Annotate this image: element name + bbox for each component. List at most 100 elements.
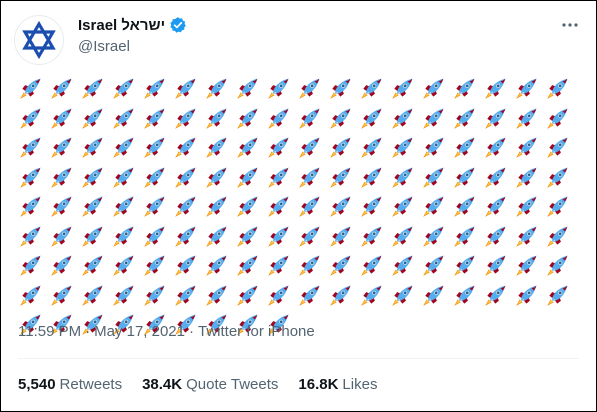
display-name[interactable]: Israel ישראל <box>78 17 165 34</box>
tweet-meta: 11:59 PM · May 17, 2021 · Twitter for iP… <box>18 323 315 340</box>
rocket-icon <box>390 252 416 278</box>
rocket-icon <box>328 252 354 278</box>
rocket-icon <box>80 75 106 101</box>
rocket-icon <box>111 105 137 131</box>
rocket-icon <box>359 75 385 101</box>
rocket-icon <box>235 193 261 219</box>
rocket-icon <box>235 105 261 131</box>
quote-tweets-label: Quote Tweets <box>186 376 279 393</box>
rocket-icon <box>266 282 292 308</box>
rocket-icon <box>80 282 106 308</box>
rocket-icon <box>421 75 447 101</box>
tweet-source[interactable]: Twitter for iPhone <box>198 323 315 340</box>
rocket-icon <box>483 105 509 131</box>
rocket-icon <box>49 282 75 308</box>
quote-tweets-stat[interactable]: 38.4K Quote Tweets <box>142 376 278 393</box>
rocket-icon <box>266 193 292 219</box>
author-name-row: Israel ישראל <box>78 16 187 34</box>
rocket-icon <box>18 282 44 308</box>
rocket-icon <box>359 252 385 278</box>
timestamp-time[interactable]: 11:59 PM <box>18 323 81 340</box>
rocket-icon <box>359 282 385 308</box>
verified-badge-icon <box>170 17 187 33</box>
tweet-card: Israel ישראל @Israel 11:59 PM · May 17, … <box>0 0 597 412</box>
rocket-icon <box>359 164 385 190</box>
more-options-button[interactable] <box>558 13 582 37</box>
rocket-icon <box>80 223 106 249</box>
rocket-icon <box>452 134 478 160</box>
rocket-icon <box>80 193 106 219</box>
divider <box>18 358 579 359</box>
rocket-icon <box>49 75 75 101</box>
rocket-icon <box>483 193 509 219</box>
rocket-icon <box>18 164 44 190</box>
rocket-icon <box>173 282 199 308</box>
retweets-count: 5,540 <box>18 376 56 393</box>
rocket-icon <box>390 282 416 308</box>
timestamp-date[interactable]: May 17, 2021 <box>94 323 185 340</box>
rocket-icon <box>545 252 571 278</box>
retweets-label: Retweets <box>59 376 123 393</box>
rocket-icon <box>266 223 292 249</box>
rocket-icon <box>266 134 292 160</box>
rocket-icon <box>545 164 571 190</box>
rocket-icon <box>421 105 447 131</box>
rocket-icon <box>142 223 168 249</box>
meta-separator: · <box>189 323 194 340</box>
rocket-icon <box>111 164 137 190</box>
rocket-icon <box>514 75 540 101</box>
rocket-icon <box>328 193 354 219</box>
rocket-icon <box>390 193 416 219</box>
rocket-icon <box>80 134 106 160</box>
rocket-icon <box>18 105 44 131</box>
rocket-icon <box>328 282 354 308</box>
rocket-icon <box>421 282 447 308</box>
rocket-icon <box>266 164 292 190</box>
rocket-icon <box>111 134 137 160</box>
retweets-stat[interactable]: 5,540 Retweets <box>18 376 122 393</box>
rocket-icon <box>111 223 137 249</box>
rocket-icon <box>235 75 261 101</box>
rocket-icon <box>390 105 416 131</box>
rocket-icon <box>49 134 75 160</box>
rocket-icon <box>421 252 447 278</box>
rocket-icon <box>483 134 509 160</box>
rocket-icon <box>204 164 230 190</box>
rocket-icon <box>204 252 230 278</box>
rocket-icon <box>483 223 509 249</box>
rocket-icon <box>328 223 354 249</box>
rocket-icon <box>18 75 44 101</box>
rocket-icon <box>142 282 168 308</box>
rocket-icon <box>18 193 44 219</box>
rocket-icon <box>173 105 199 131</box>
rocket-icon <box>297 223 323 249</box>
rocket-icon <box>235 252 261 278</box>
likes-label: Likes <box>342 376 378 393</box>
rocket-icon <box>204 75 230 101</box>
rocket-icon <box>173 75 199 101</box>
rocket-icon <box>173 164 199 190</box>
rocket-icon <box>421 134 447 160</box>
rocket-icon <box>483 75 509 101</box>
rocket-icon <box>297 164 323 190</box>
rocket-icon <box>49 164 75 190</box>
engagement-stats: 5,540 Retweets 38.4K Quote Tweets 16.8K … <box>18 376 377 393</box>
avatar[interactable] <box>14 15 64 65</box>
rocket-icon <box>18 134 44 160</box>
handle[interactable]: @Israel <box>78 38 130 55</box>
rocket-icon <box>359 223 385 249</box>
rocket-icon <box>266 75 292 101</box>
rocket-icon <box>266 252 292 278</box>
rocket-icon <box>297 193 323 219</box>
rocket-icon <box>49 223 75 249</box>
rocket-icon <box>452 223 478 249</box>
rocket-icon <box>80 252 106 278</box>
rocket-icon <box>235 134 261 160</box>
likes-stat[interactable]: 16.8K Likes <box>298 376 377 393</box>
rocket-icon <box>235 282 261 308</box>
rocket-icon <box>421 193 447 219</box>
rocket-icon <box>297 105 323 131</box>
rocket-icon <box>390 223 416 249</box>
more-options-icon <box>562 23 578 27</box>
rocket-icon <box>49 252 75 278</box>
